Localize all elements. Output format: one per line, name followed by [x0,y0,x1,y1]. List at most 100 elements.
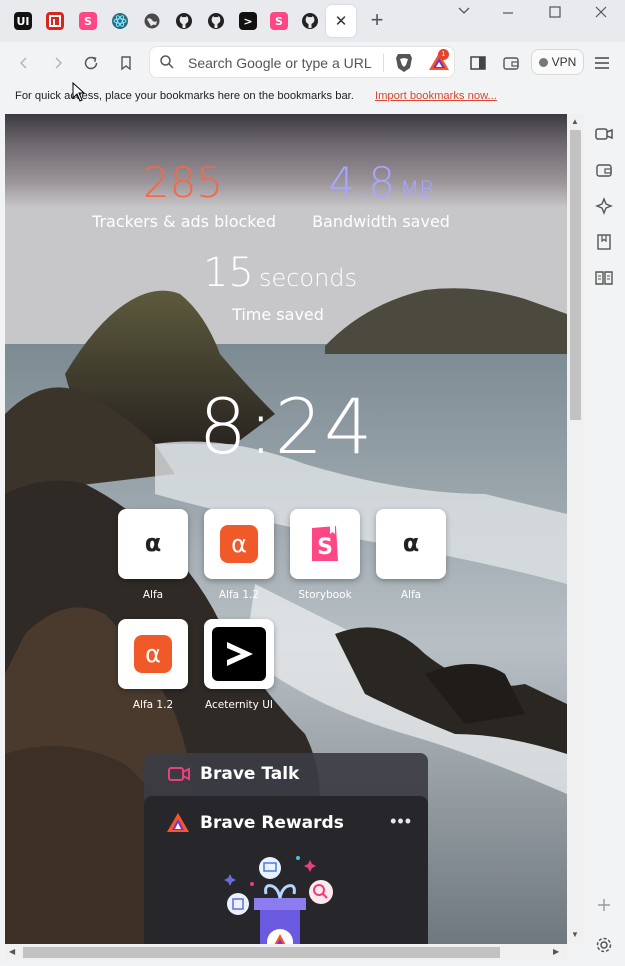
rewards-badge: 1 [438,49,449,60]
github-icon [207,12,225,30]
top-site-aceternity-ui[interactable]: Aceternity UI [204,619,274,711]
sidebar-talk-icon[interactable] [594,124,614,144]
aceternity-ui-icon: UI [14,12,32,30]
top-site-label: Alfa 1.2 [132,699,174,711]
vpn-label: VPN [551,55,577,69]
vpn-button[interactable]: VPN [531,49,584,75]
tab-active-new-tab[interactable]: ✕ [326,5,356,37]
mouse-cursor-icon [72,82,86,102]
top-site-storybook[interactable]: S Storybook [290,509,360,601]
new-tab-button[interactable]: + [366,9,388,31]
url-input[interactable] [188,53,378,73]
menu-button[interactable] [591,52,613,74]
alfa-orange-icon: α [118,619,188,689]
trackers-blocked-label: Trackers & ads blocked [92,212,276,231]
forward-button[interactable] [47,52,69,74]
wallet-button[interactable] [500,52,522,74]
alfa-icon: α [376,509,446,579]
scroll-up-arrow-icon[interactable]: ▲ [571,117,579,126]
url-separator [383,54,384,72]
bookmarks-bar: For quick access, place your bookmarks h… [0,84,625,110]
bandwidth-saved-label: Bandwidth saved [312,212,450,231]
tab-storybook-2[interactable]: S [265,7,293,35]
alfa-icon: α [118,509,188,579]
tab-react[interactable] [106,7,134,35]
storybook-icon: S [79,12,97,30]
top-site-alfa-1-2-b[interactable]: α Alfa 1.2 [118,619,188,711]
vertical-scrollbar[interactable]: ▲ ▼ [567,114,584,944]
time-number: 15 [202,250,254,296]
more-options-icon[interactable]: ••• [390,811,412,832]
close-tab-icon[interactable]: ✕ [335,12,348,30]
tab-strip: UI S > S ✕ + [0,0,625,42]
storybook-icon: S [290,509,360,579]
tab-storybook[interactable]: S [74,7,102,35]
maximize-button[interactable] [544,5,566,22]
brave-talk-title: Brave Talk [200,764,300,784]
top-site-label: Storybook [298,589,352,601]
top-site-label: Aceternity UI [205,699,273,711]
scroll-right-arrow-icon[interactable]: ▶ [553,947,559,956]
new-tab-page: 285 Trackers & ads blocked 4.8 MB Bandwi… [5,114,567,944]
scroll-left-arrow-icon[interactable]: ◀ [9,947,15,956]
clock: 8:24 [198,382,374,471]
time-saved-label: Time saved [232,305,324,324]
trackers-blocked-count: 285 [142,158,224,207]
search-icon [159,54,175,75]
top-site-alfa-1-2[interactable]: α Alfa 1.2 [204,509,274,601]
brave-rewards-widget[interactable]: Brave Rewards ••• [144,796,428,944]
aceternity-icon [204,619,274,689]
reload-button[interactable] [80,52,102,74]
address-bar[interactable]: 1 [149,46,455,78]
top-site-label: Alfa [400,589,422,601]
sidebar-bookmarks-icon[interactable] [594,232,614,252]
top-site-label: Alfa 1.2 [218,589,260,601]
brave-shields-icon[interactable] [394,52,414,79]
video-camera-icon [168,765,190,788]
vertical-scroll-thumb[interactable] [570,130,581,420]
sidebar-leo-icon[interactable] [594,196,614,216]
brave-rewards-title: Brave Rewards [200,813,344,833]
back-button[interactable] [13,52,35,74]
rewards-gift-illustration [220,854,340,944]
alfa-orange-icon: α [204,509,274,579]
time-saved-value: 15 seconds [195,250,365,296]
horizontal-scroll-thumb[interactable] [23,947,500,958]
tab-github-1[interactable] [170,7,198,35]
github-icon [301,12,319,30]
tab-globe[interactable] [138,7,166,35]
close-window-button[interactable] [590,5,612,22]
bookmarks-hint: For quick access, place your bookmarks h… [15,90,354,102]
top-site-label: Alfa [142,589,164,601]
svg-text:S: S [317,535,333,560]
aceternity-icon: > [239,12,257,30]
globe-icon [143,12,161,30]
scroll-down-arrow-icon[interactable]: ▼ [571,930,579,939]
bandwidth-saved-value: 4.8 MB [321,158,441,207]
brave-rewards-icon [166,812,190,839]
tab-aceternity-ui[interactable]: UI [9,7,37,35]
svg-text:α: α [145,529,162,557]
minimize-button[interactable] [497,5,519,22]
sidebar-add-icon[interactable] [594,895,614,915]
bandwidth-unit: MB [400,178,434,203]
svg-text:α: α [231,530,247,558]
sidebar-wallet-icon[interactable] [594,160,614,180]
tab-github-2[interactable] [202,7,230,35]
top-site-alfa-2[interactable]: α Alfa [376,509,446,601]
horizontal-scrollbar[interactable]: ◀ ▶ [5,944,567,961]
sidebar-settings-icon[interactable] [594,935,614,955]
tab-github-3[interactable] [296,7,324,35]
sidebar-toggle-button[interactable] [467,52,489,74]
bookmark-button[interactable] [115,52,137,74]
tab-search-chevron-icon[interactable] [453,4,475,21]
tab-red-app[interactable] [41,7,69,35]
red-app-icon [46,12,64,30]
top-site-alfa[interactable]: α Alfa [118,509,188,601]
import-bookmarks-link[interactable]: Import bookmarks now... [375,90,497,102]
bandwidth-number: 4.8 [328,158,396,207]
toolbar: 1 VPN [0,42,625,84]
sidebar-reading-list-icon[interactable] [594,268,614,288]
tab-aceternity[interactable]: > [234,7,262,35]
right-sidebar [584,114,625,966]
